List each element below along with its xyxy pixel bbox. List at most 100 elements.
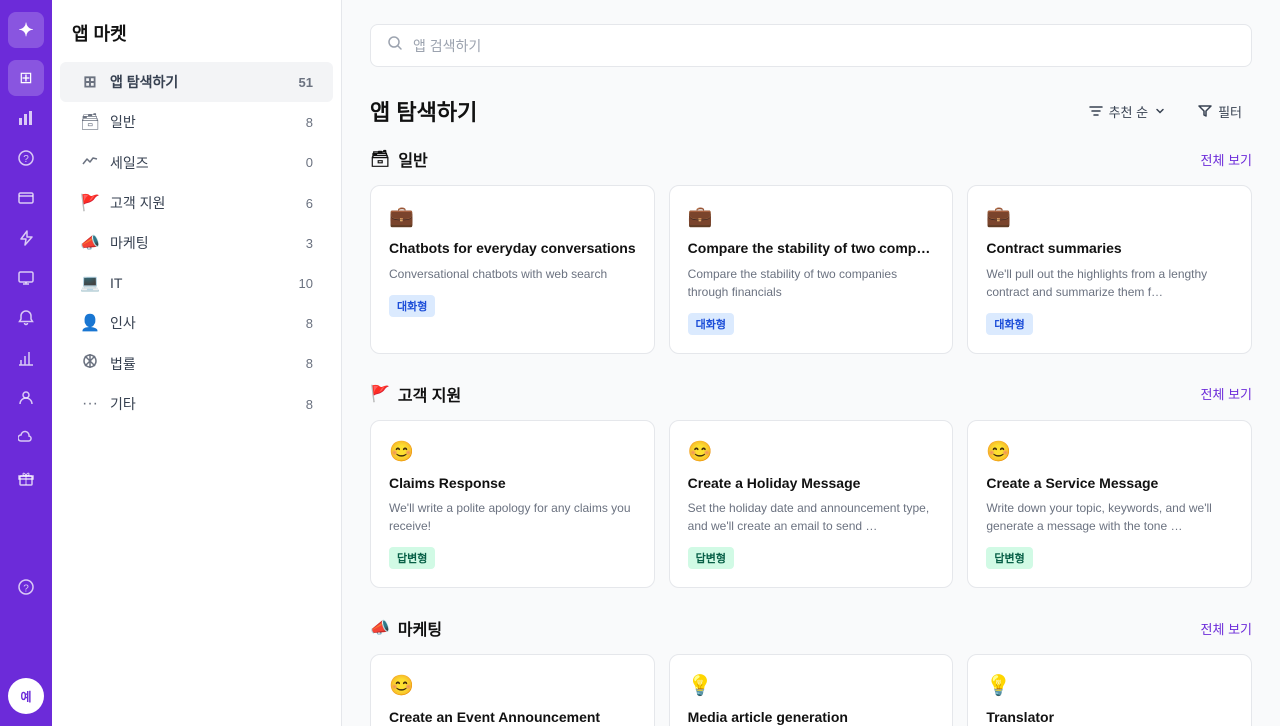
- rail-item-inbox[interactable]: [8, 180, 44, 216]
- rail-item-help[interactable]: ?: [8, 569, 44, 605]
- sidebar-item-support[interactable]: 🚩 고객 지원 6: [60, 183, 333, 223]
- sales-icon: [80, 152, 100, 173]
- card-icon-chatbots: 💼: [389, 204, 636, 229]
- card-title-media: Media article generation: [688, 708, 935, 726]
- rail-item-chart[interactable]: [8, 100, 44, 136]
- section-title-marketing: 📣 마케팅: [370, 616, 442, 640]
- card-desc-claims: We'll write a polite apology for any cla…: [389, 499, 636, 535]
- rail-item-bell[interactable]: [8, 300, 44, 336]
- card-contract[interactable]: 💼 Contract summaries We'll pull out the …: [967, 185, 1252, 354]
- sidebar-item-legal[interactable]: 법률 8: [60, 343, 333, 384]
- legal-icon: [80, 353, 100, 374]
- rail-item-grid[interactable]: ⊞: [8, 60, 44, 96]
- card-event-announcement[interactable]: 😊 Create an Event Announcement: [370, 654, 655, 726]
- card-desc-holiday: Set the holiday date and announcement ty…: [688, 499, 935, 535]
- card-icon-service-msg: 😊: [986, 439, 1233, 464]
- section-title-support: 🚩 고객 지원: [370, 382, 461, 406]
- general-section-icon: 🗃: [370, 149, 390, 169]
- card-icon-event: 😊: [389, 673, 636, 698]
- sidebar-item-hr[interactable]: 👤 인사 8: [60, 303, 333, 343]
- card-desc-compare: Compare the stability of two companies t…: [688, 265, 935, 301]
- rail-item-lightning[interactable]: [8, 220, 44, 256]
- card-claims[interactable]: 😊 Claims Response We'll write a polite a…: [370, 420, 655, 589]
- section-header-general: 🗃 일반 전체 보기: [370, 147, 1252, 171]
- card-icon-claims: 😊: [389, 439, 636, 464]
- hr-icon: 👤: [80, 313, 100, 333]
- card-desc-contract: We'll pull out the highlights from a len…: [986, 265, 1233, 301]
- card-translator[interactable]: 💡 Translator: [967, 654, 1252, 726]
- card-icon-contract: 💼: [986, 204, 1233, 229]
- search-input[interactable]: [413, 38, 1235, 54]
- cards-grid-marketing: 😊 Create an Event Announcement 💡 Media a…: [370, 654, 1252, 726]
- logo[interactable]: ✦: [8, 12, 44, 48]
- card-title-translator: Translator: [986, 708, 1233, 726]
- view-all-general[interactable]: 전체 보기: [1201, 150, 1252, 169]
- marketing-section-icon: 📣: [370, 618, 390, 638]
- card-title-holiday: Create a Holiday Message: [688, 474, 935, 494]
- marketing-icon: 📣: [80, 233, 100, 253]
- sidebar-item-browse[interactable]: ⊞ 앱 탐색하기 51: [60, 62, 333, 102]
- section-general: 🗃 일반 전체 보기 💼 Chatbots for everyday conve…: [370, 147, 1252, 354]
- svg-text:?: ?: [23, 154, 29, 165]
- main-content: 앱 탐색하기 추천 순 필터 🗃 일반 전체 보기 💼 Chatb: [342, 0, 1280, 726]
- card-title-compare: Compare the stability of two comp…: [688, 239, 935, 259]
- rail-item-monitor[interactable]: [8, 260, 44, 296]
- sidebar-item-sales[interactable]: 세일즈 0: [60, 142, 333, 183]
- card-title-service-msg: Create a Service Message: [986, 474, 1233, 494]
- support-icon: 🚩: [80, 193, 100, 213]
- card-chatbots[interactable]: 💼 Chatbots for everyday conversations Co…: [370, 185, 655, 354]
- it-icon: 💻: [80, 273, 100, 293]
- rail-item-bar[interactable]: [8, 340, 44, 376]
- card-title-claims: Claims Response: [389, 474, 636, 494]
- card-badge-service-msg: 답변형: [986, 547, 1032, 569]
- sidebar-nav: ⊞ 앱 탐색하기 51 🗃 일반 8 세일즈 0 🚩 고객 지원 6 📣 마케팅…: [52, 62, 341, 726]
- card-icon-compare: 💼: [688, 204, 935, 229]
- cards-grid-support: 😊 Claims Response We'll write a polite a…: [370, 420, 1252, 589]
- card-badge-claims: 답변형: [389, 547, 435, 569]
- header-controls: 추천 순 필터: [1079, 96, 1252, 127]
- card-desc-chatbots: Conversational chatbots with web search: [389, 265, 636, 283]
- sidebar: 앱 마켓 ⊞ 앱 탐색하기 51 🗃 일반 8 세일즈 0 🚩 고객 지원 6 …: [52, 0, 342, 726]
- card-compare[interactable]: 💼 Compare the stability of two comp… Com…: [669, 185, 954, 354]
- cards-grid-general: 💼 Chatbots for everyday conversations Co…: [370, 185, 1252, 354]
- rail-item-gift[interactable]: [8, 460, 44, 496]
- rail-item-person[interactable]: [8, 380, 44, 416]
- sidebar-item-marketing[interactable]: 📣 마케팅 3: [60, 223, 333, 263]
- other-icon: ···: [80, 395, 100, 413]
- general-icon: 🗃: [80, 112, 100, 132]
- sidebar-item-general[interactable]: 🗃 일반 8: [60, 102, 333, 142]
- card-desc-service-msg: Write down your topic, keywords, and we'…: [986, 499, 1233, 535]
- card-badge-chatbots: 대화형: [389, 295, 435, 317]
- section-header-marketing: 📣 마케팅 전체 보기: [370, 616, 1252, 640]
- view-all-support[interactable]: 전체 보기: [1201, 384, 1252, 403]
- section-header-support: 🚩 고객 지원 전체 보기: [370, 382, 1252, 406]
- rail-item-cloud[interactable]: [8, 420, 44, 456]
- card-title-contract: Contract summaries: [986, 239, 1233, 259]
- sidebar-item-other[interactable]: ··· 기타 8: [60, 384, 333, 424]
- section-support: 🚩 고객 지원 전체 보기 😊 Claims Response We'll wr…: [370, 382, 1252, 589]
- card-icon-media: 💡: [688, 673, 935, 698]
- user-avatar[interactable]: 예: [8, 678, 44, 714]
- filter-button[interactable]: 필터: [1188, 96, 1252, 127]
- card-holiday[interactable]: 😊 Create a Holiday Message Set the holid…: [669, 420, 954, 589]
- icon-rail: ✦ ⊞ ? ? 예: [0, 0, 52, 726]
- sidebar-item-it[interactable]: 💻 IT 10: [60, 263, 333, 303]
- card-icon-translator: 💡: [986, 673, 1233, 698]
- svg-text:?: ?: [23, 584, 29, 595]
- card-media-article[interactable]: 💡 Media article generation: [669, 654, 954, 726]
- search-bar[interactable]: [370, 24, 1252, 67]
- card-badge-compare: 대화형: [688, 313, 734, 335]
- card-icon-holiday: 😊: [688, 439, 935, 464]
- card-title-chatbots: Chatbots for everyday conversations: [389, 239, 636, 259]
- search-icon: [387, 35, 403, 56]
- section-marketing: 📣 마케팅 전체 보기 😊 Create an Event Announceme…: [370, 616, 1252, 726]
- sort-button[interactable]: 추천 순: [1079, 96, 1177, 127]
- browse-icon: ⊞: [80, 72, 100, 92]
- card-service-msg[interactable]: 😊 Create a Service Message Write down yo…: [967, 420, 1252, 589]
- view-all-marketing[interactable]: 전체 보기: [1201, 619, 1252, 638]
- support-section-icon: 🚩: [370, 384, 390, 404]
- page-title: 앱 탐색하기: [370, 95, 477, 127]
- section-title-general: 🗃 일반: [370, 147, 428, 171]
- rail-item-question[interactable]: ?: [8, 140, 44, 176]
- page-header: 앱 탐색하기 추천 순 필터: [370, 95, 1252, 127]
